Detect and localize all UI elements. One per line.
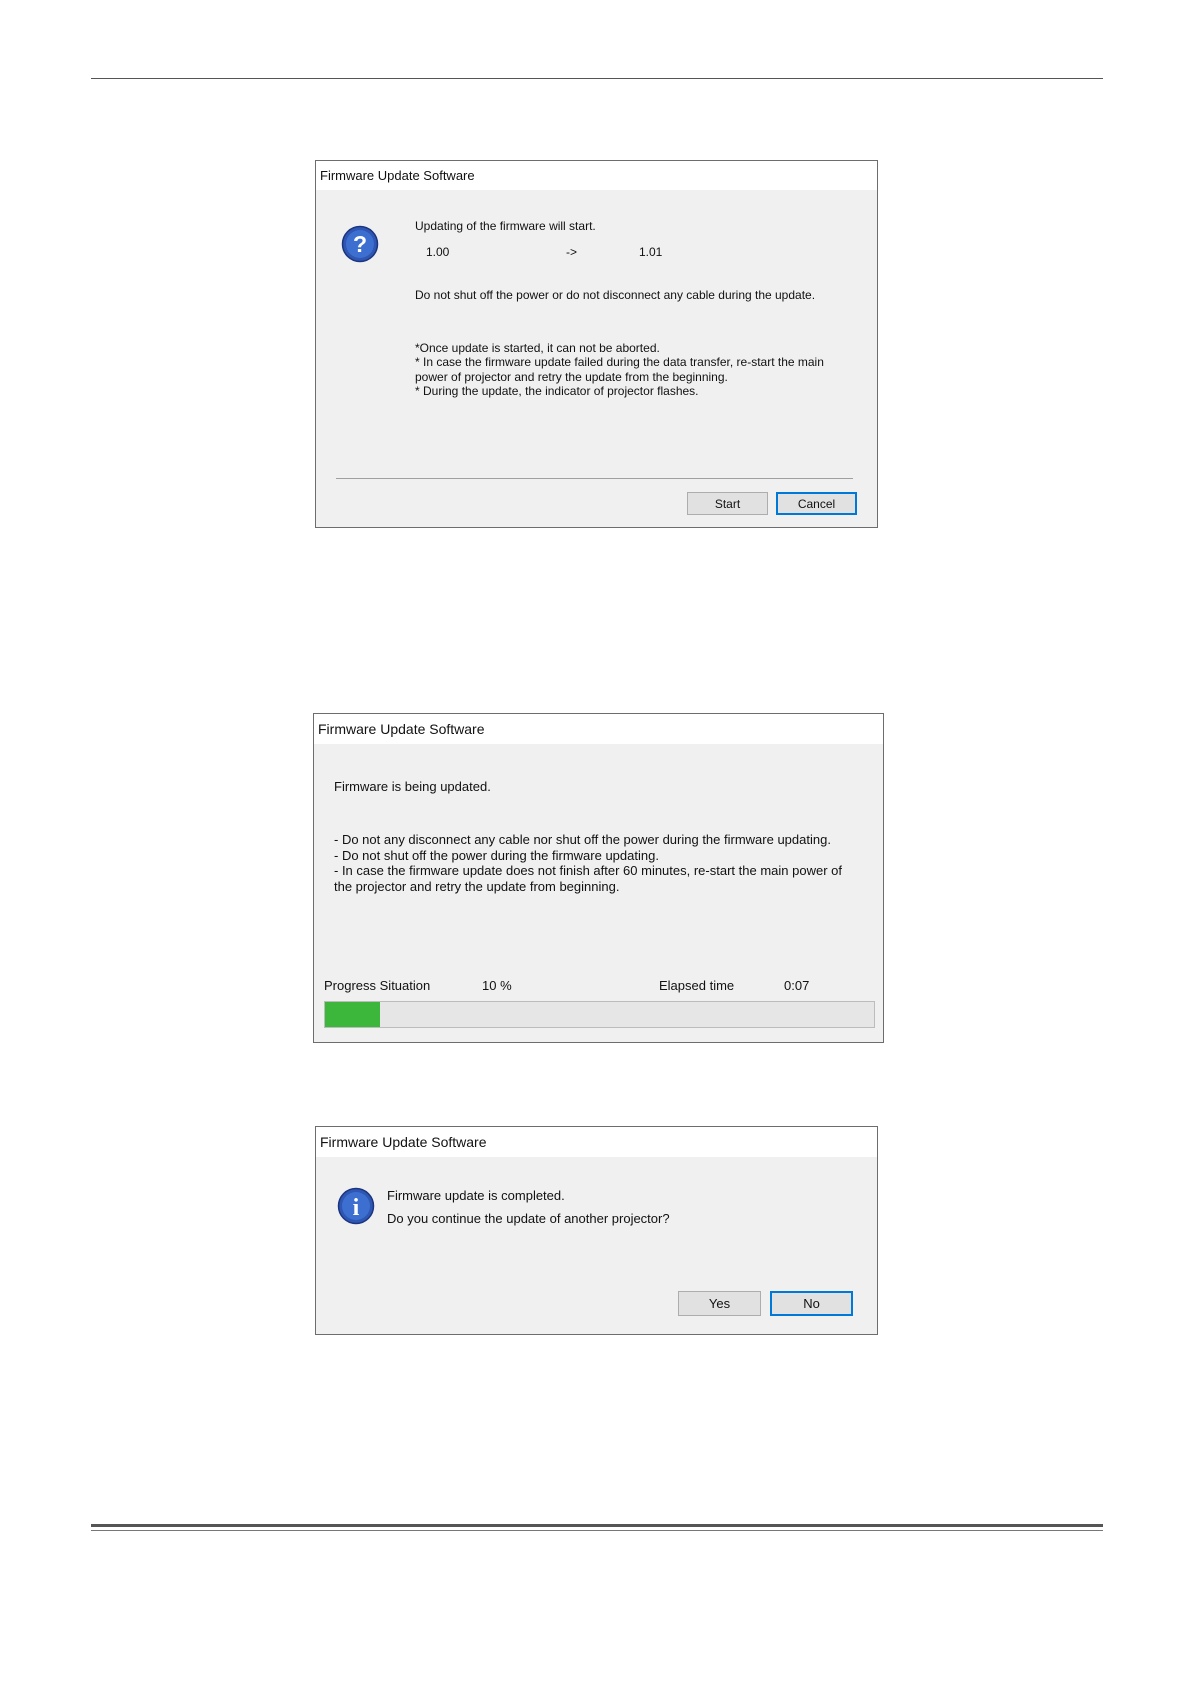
version-to: 1.01 (639, 245, 663, 259)
svg-text:i: i (353, 1195, 360, 1221)
cancel-button[interactable]: Cancel (776, 492, 857, 515)
start-update-dialog: Firmware Update Software ? Updating of t… (315, 160, 878, 528)
progress-bar (324, 1001, 875, 1028)
header-rule (91, 78, 1103, 79)
dialog-heading: Updating of the firmware will start. (415, 219, 596, 233)
footer-rule (91, 1530, 1103, 1531)
message-line: Firmware update is completed. (387, 1188, 565, 1203)
dialog-heading: Firmware is being updated. (334, 779, 491, 794)
note-line: - Do not shut off the power during the f… (334, 848, 659, 863)
note-line: power of projector and retry the update … (415, 370, 728, 384)
dialog-title: Firmware Update Software (314, 714, 883, 744)
dialog-title: Firmware Update Software (316, 161, 877, 190)
info-icon: i (337, 1187, 375, 1225)
note-line: - Do not any disconnect any cable nor sh… (334, 832, 831, 847)
footer-rule (91, 1524, 1103, 1527)
warning-text: Do not shut off the power or do not disc… (415, 288, 816, 302)
elapsed-value: 0:07 (784, 978, 810, 993)
note-line: - In case the firmware update does not f… (334, 863, 842, 878)
question-icon: ? (341, 225, 379, 263)
start-button[interactable]: Start (687, 492, 768, 515)
progress-label: Progress Situation (324, 978, 431, 993)
version-arrow: -> (566, 245, 578, 259)
svg-text:?: ? (353, 231, 367, 257)
note-line: * During the update, the indicator of pr… (415, 384, 699, 398)
button-separator (336, 478, 853, 479)
update-complete-dialog: Firmware Update Software i Firmware upda… (315, 1126, 878, 1335)
note-line: *Once update is started, it can not be a… (415, 341, 660, 355)
progress-fill (325, 1002, 380, 1027)
yes-button[interactable]: Yes (678, 1291, 761, 1316)
dialog-title: Firmware Update Software (316, 1127, 877, 1157)
note-line: * In case the firmware update failed dur… (415, 355, 824, 369)
updating-dialog: Firmware Update Software Firmware is bei… (313, 713, 884, 1043)
message-line: Do you continue the update of another pr… (387, 1211, 670, 1226)
version-from: 1.00 (426, 245, 450, 259)
progress-value: 10 % (482, 978, 512, 993)
no-button[interactable]: No (770, 1291, 853, 1316)
note-line: the projector and retry the update from … (334, 879, 620, 894)
elapsed-label: Elapsed time (659, 978, 735, 993)
